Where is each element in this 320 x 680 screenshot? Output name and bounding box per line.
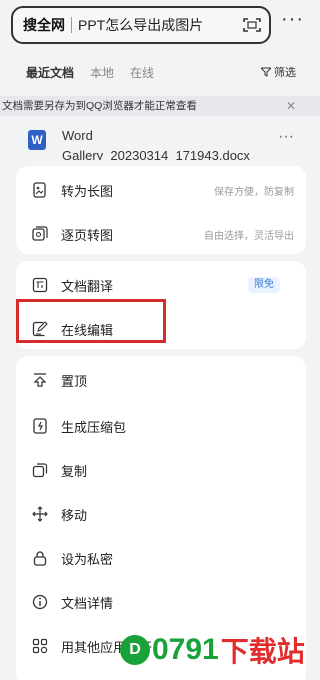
translate-icon xyxy=(32,277,48,293)
menu-item-label: 复制 xyxy=(61,463,88,479)
menu-group-convert: 转为长图 保存方便，防复制 逐页转图 自由选择，灵活导出 xyxy=(16,166,306,254)
tab-recent[interactable]: 最近文档 xyxy=(26,64,74,81)
menu-item-label: 转为长图 xyxy=(61,183,114,199)
lock-icon xyxy=(32,550,48,566)
menu-item-label: 移动 xyxy=(61,507,88,523)
filter-button[interactable]: 筛选 xyxy=(261,64,296,80)
search-brand: 搜全网 xyxy=(23,17,65,33)
search-divider xyxy=(71,17,72,33)
menu-item-move[interactable]: 移动 xyxy=(16,494,306,534)
long-image-icon xyxy=(32,182,48,198)
menu-item-copy[interactable]: 复制 xyxy=(16,450,306,490)
highlight-box xyxy=(16,299,166,343)
filter-label: 筛选 xyxy=(274,67,296,79)
menu-item-long-image[interactable]: 转为长图 保存方便，防复制 xyxy=(16,170,306,210)
watermark-number: 0791 xyxy=(152,633,219,666)
menu-item-label: 文档详情 xyxy=(61,595,114,611)
watermark-text: 下载站 xyxy=(220,636,305,667)
more-menu-icon[interactable]: ··· xyxy=(281,9,304,29)
search-input[interactable]: PPT怎么导出成图片 xyxy=(78,15,203,35)
menu-item-pin-top[interactable]: 置顶 xyxy=(16,360,306,400)
notice-text: 文档需要另存为到QQ浏览器才能正常查看 xyxy=(2,100,197,112)
tab-online[interactable]: 在线 xyxy=(130,64,154,81)
page-image-icon xyxy=(32,226,48,242)
notice-bar: 文档需要另存为到QQ浏览器才能正常查看 ✕ xyxy=(0,96,320,116)
menu-item-label: 逐页转图 xyxy=(61,227,114,243)
tab-local[interactable]: 本地 xyxy=(90,64,114,81)
watermark: D 0791 下载站 xyxy=(120,630,305,670)
menu-item-details[interactable]: 文档详情 xyxy=(16,582,306,622)
menu-item-hint: 保存方便，防复制 xyxy=(214,186,294,198)
file-name-line1: Word xyxy=(62,128,93,143)
menu-item-label: 生成压缩包 xyxy=(61,419,127,435)
menu-item-label: 设为私密 xyxy=(61,551,114,567)
doc-tabs: 最近文档 本地 在线 xyxy=(26,64,154,81)
close-icon[interactable]: ✕ xyxy=(286,96,296,116)
menu-item-page-image[interactable]: 逐页转图 自由选择，灵活导出 xyxy=(16,214,306,254)
zip-icon xyxy=(32,418,48,434)
search-bar[interactable]: 搜全网 PPT怎么导出成图片 xyxy=(11,6,271,44)
action-sheet: 转为长图 保存方便，防复制 逐页转图 自由选择，灵活导出 文档翻译 限免 在线编… xyxy=(0,160,320,680)
menu-item-label: 文档翻译 xyxy=(61,278,114,294)
free-badge: 限免 xyxy=(248,277,280,293)
menu-item-hint: 自由选择，灵活导出 xyxy=(204,230,294,242)
menu-item-label: 置顶 xyxy=(61,373,88,389)
info-icon xyxy=(32,594,48,610)
menu-item-private[interactable]: 设为私密 xyxy=(16,538,306,578)
watermark-logo: D xyxy=(120,635,150,665)
word-file-icon: W xyxy=(28,130,46,150)
move-icon xyxy=(32,506,48,522)
pin-top-icon xyxy=(32,372,48,388)
scan-icon[interactable] xyxy=(243,17,261,33)
menu-item-zip[interactable]: 生成压缩包 xyxy=(16,406,306,446)
file-more-icon[interactable]: ··· xyxy=(278,128,294,146)
apps-icon xyxy=(32,638,48,654)
filter-icon xyxy=(261,67,271,77)
copy-icon xyxy=(32,462,48,478)
